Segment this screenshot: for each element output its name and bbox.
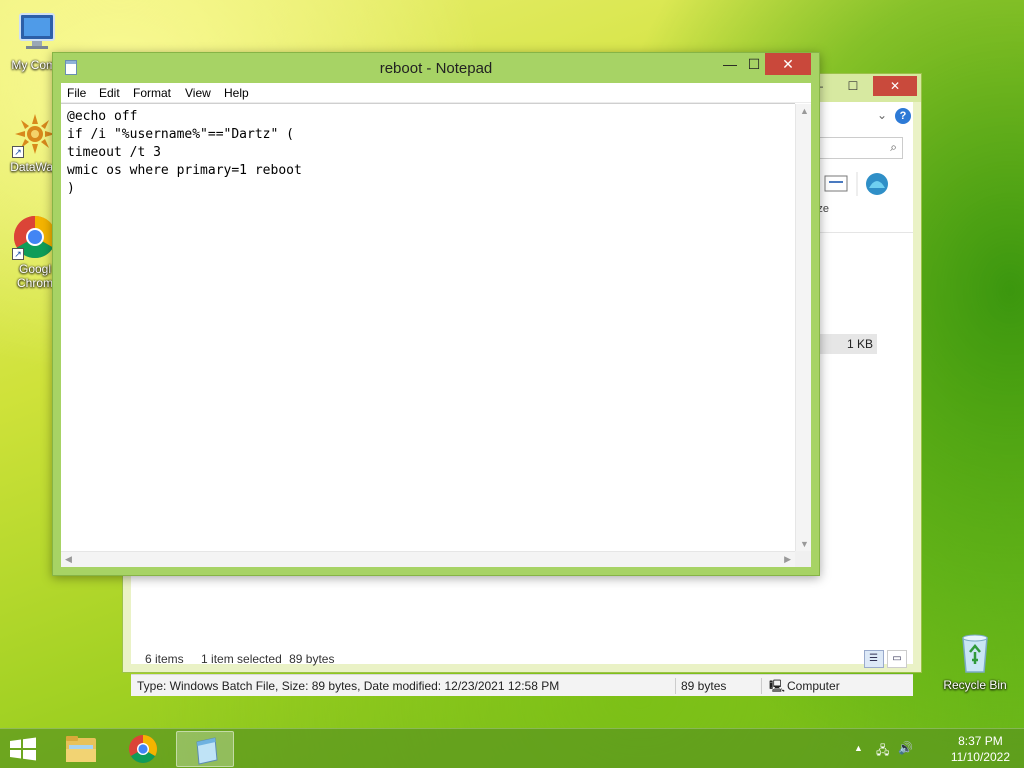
clock-date: 11/10/2022: [950, 750, 1010, 764]
network-icon[interactable]: 🖧: [876, 741, 889, 762]
menu-view[interactable]: View: [185, 86, 211, 100]
file-size-text: 89 bytes: [681, 679, 727, 693]
chrome-icon: [129, 735, 157, 763]
location-text: Computer: [787, 679, 840, 693]
desktop-icon-label: Recycle Bin: [943, 678, 1007, 692]
divider: [761, 678, 762, 694]
computer-icon: [14, 10, 60, 56]
view-switcher: ☰ ▭: [863, 650, 907, 668]
selection-size: 89 bytes: [289, 652, 335, 666]
explorer-maximize-button[interactable]: ☐: [839, 76, 867, 96]
scroll-down-icon[interactable]: ▼: [800, 539, 809, 549]
taskbar: ▲ 🖧 🔊 8:37 PM 11/10/2022: [0, 728, 1024, 768]
vertical-scrollbar[interactable]: ▲ ▼: [795, 104, 811, 551]
recycle-bin-icon: [952, 630, 998, 676]
clock[interactable]: 8:37 PM 11/10/2022: [951, 733, 1010, 765]
text-line: ): [67, 181, 75, 196]
shortcut-arrow-icon: ↗: [12, 146, 24, 158]
maximize-button[interactable]: ☐: [741, 53, 767, 75]
folder-icon: [66, 736, 96, 762]
details-view-button[interactable]: ☰: [863, 650, 884, 668]
taskbar-file-explorer[interactable]: [52, 731, 110, 767]
explorer-close-button[interactable]: ✕: [873, 76, 917, 96]
search-icon: ⌕: [890, 140, 897, 154]
start-button[interactable]: [8, 737, 38, 761]
close-button[interactable]: ✕: [765, 53, 811, 75]
taskbar-notepad[interactable]: [176, 731, 234, 767]
large-icons-view-button[interactable]: ▭: [887, 650, 907, 668]
item-count: 6 items: [145, 652, 184, 666]
minimize-button[interactable]: —: [717, 53, 743, 75]
window-title: reboot - Notepad: [379, 60, 493, 77]
scroll-left-icon[interactable]: ◀: [65, 554, 72, 565]
help-icon[interactable]: ?: [895, 108, 911, 124]
text-line: timeout /t 3: [67, 145, 161, 160]
taskbar-chrome[interactable]: [114, 731, 172, 767]
editor-content[interactable]: @echo off if /i "%username%"=="Dartz" ( …: [67, 108, 302, 198]
scroll-right-icon[interactable]: ▶: [784, 554, 791, 565]
horizontal-scrollbar[interactable]: ◀ ▶: [61, 551, 795, 567]
text-line: if /i "%username%"=="Dartz" (: [67, 127, 294, 142]
text-editor[interactable]: @echo off if /i "%username%"=="Dartz" ( …: [61, 103, 795, 551]
shortcut-arrow-icon: ↗: [12, 248, 24, 260]
resize-grip[interactable]: [795, 551, 811, 567]
explorer-status: 6 items 1 item selected 89 bytes: [145, 652, 348, 666]
selection-count: 1 item selected: [201, 652, 282, 666]
menu-edit[interactable]: Edit: [99, 86, 120, 100]
divider: [675, 678, 676, 694]
computer-icon: 🖳: [769, 679, 786, 693]
volume-icon[interactable]: 🔊: [898, 741, 913, 755]
menu-help[interactable]: Help: [224, 86, 249, 100]
file-size-cell: 1 KB: [817, 334, 877, 354]
text-line: @echo off: [67, 109, 138, 124]
menu-file[interactable]: File: [67, 86, 86, 100]
system-tray: ▲ 🖧 🔊 8:37 PM 11/10/2022: [854, 729, 1024, 768]
notepad-icon: [196, 737, 218, 765]
desktop-icon-recycle-bin[interactable]: Recycle Bin: [936, 630, 1014, 692]
scroll-up-icon[interactable]: ▲: [800, 106, 809, 116]
chevron-down-icon[interactable]: ⌄: [877, 108, 887, 122]
clock-time: 8:37 PM: [958, 734, 1003, 748]
text-line: wmic os where primary=1 reboot: [67, 163, 302, 178]
notepad-titlebar[interactable]: reboot - Notepad — ☐ ✕: [53, 53, 819, 83]
menu-format[interactable]: Format: [133, 86, 171, 100]
notepad-client: File Edit Format View Help @echo off if …: [61, 83, 811, 567]
windows-logo-icon: [10, 737, 36, 761]
menu-bar: File Edit Format View Help: [61, 83, 811, 103]
show-hidden-icons-icon[interactable]: ▲: [854, 743, 863, 753]
explorer-details-bar: Type: Windows Batch File, Size: 89 bytes…: [131, 674, 913, 696]
file-details-text: Type: Windows Batch File, Size: 89 bytes…: [137, 679, 560, 693]
notepad-window[interactable]: reboot - Notepad — ☐ ✕ File Edit Format …: [52, 52, 820, 576]
